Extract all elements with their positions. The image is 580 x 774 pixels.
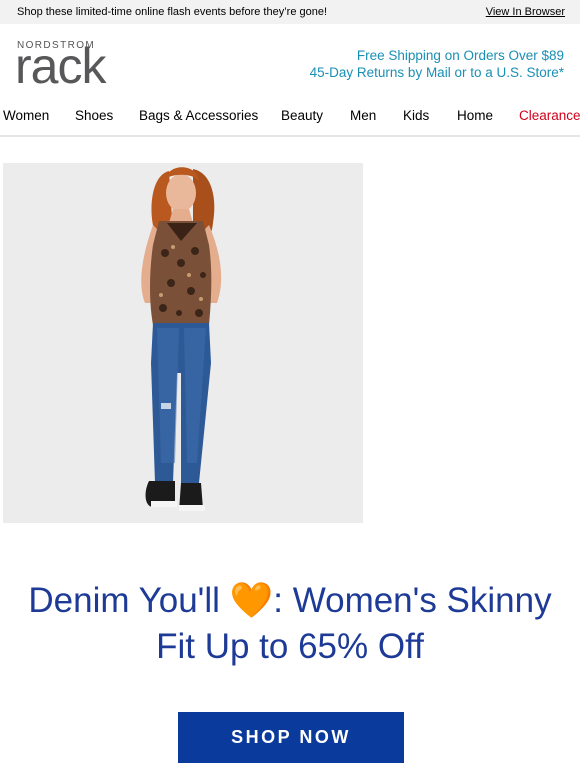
returns-text[interactable]: 45-Day Returns by Mail or to a U.S. Stor…	[310, 64, 564, 81]
nav-item-clearance[interactable]: Clearance	[519, 108, 580, 123]
nav-item-men[interactable]: Men	[350, 108, 376, 123]
nav-item-kids[interactable]: Kids	[403, 108, 429, 123]
hero-image-model-in-skinny-jeans[interactable]	[3, 163, 363, 523]
model-illustration	[3, 163, 363, 523]
headline-line-1-prefix: Denim You'll	[28, 581, 220, 620]
headline-line-2: Fit Up to 65% Off	[156, 627, 424, 666]
logo-wordmark-main: rack	[15, 38, 106, 94]
promo-text: Shop these limited-time online flash eve…	[17, 6, 328, 18]
shop-now-button[interactable]: SHOP NOW	[178, 712, 404, 763]
headline-line-1-suffix: : Women's Skinny	[273, 581, 552, 620]
nav-item-shoes[interactable]: Shoes	[75, 108, 113, 123]
nav-divider	[0, 135, 580, 137]
main-nav: Women Shoes Bags & Accessories Beauty Me…	[0, 105, 580, 127]
view-in-browser-link[interactable]: View In Browser	[486, 0, 565, 24]
orange-heart-icon: 🧡	[229, 581, 274, 620]
nav-item-bags-accessories[interactable]: Bags & Accessories	[139, 108, 258, 123]
nav-item-women[interactable]: Women	[3, 108, 49, 123]
headline-line-1: Denim You'll 🧡: Women's Skinny	[0, 578, 580, 624]
promo-headline[interactable]: Denim You'll 🧡: Women's Skinny Fit Up to…	[0, 578, 580, 670]
top-banner: Shop these limited-time online flash eve…	[0, 0, 580, 24]
nav-item-home[interactable]: Home	[457, 108, 493, 123]
shipping-info: Free Shipping on Orders Over $89 45-Day …	[310, 47, 564, 81]
free-shipping-text[interactable]: Free Shipping on Orders Over $89	[310, 47, 564, 64]
nordstrom-rack-logo[interactable]: NORDSTROM rack	[15, 38, 121, 94]
nav-item-beauty[interactable]: Beauty	[281, 108, 323, 123]
